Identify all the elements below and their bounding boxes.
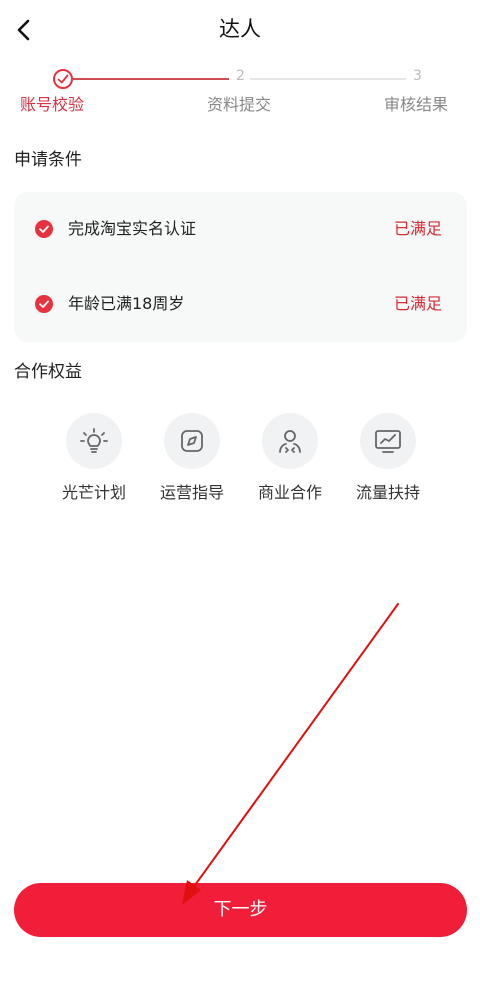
benefit-icon-1[interactable] (66, 413, 122, 469)
benefit-label: 运营指导 (159, 483, 224, 502)
benefits-title: 合作权益 (14, 362, 82, 382)
check-icon (39, 300, 49, 308)
condition-check-1 (35, 220, 53, 238)
benefit-label: 商业合作 (257, 483, 322, 502)
condition-check-2 (35, 295, 53, 313)
step-2-number: 2 (236, 68, 245, 84)
step-2-label: 资料提交 (207, 95, 272, 114)
condition-label: 年龄已满18周岁 (68, 294, 185, 313)
condition-status: 已满足 (394, 219, 443, 238)
next-step-button[interactable]: 下一步 (14, 883, 467, 937)
lightbulb-icon (80, 428, 108, 453)
benefit-icon-2[interactable] (164, 413, 220, 469)
benefit-icon-3[interactable] (262, 413, 318, 469)
step-3-number: 3 (413, 68, 422, 84)
check-icon (39, 225, 49, 233)
conditions-card (14, 192, 467, 342)
compass-icon (181, 430, 203, 452)
step-1-check (53, 69, 73, 89)
conditions-title: 申请条件 (14, 150, 82, 170)
benefit-label: 流量扶持 (355, 483, 420, 502)
benefit-icon-4[interactable] (360, 413, 416, 469)
step-3-label: 审核结果 (384, 95, 449, 114)
check-icon (57, 74, 69, 84)
step-1-label: 账号校验 (20, 95, 85, 114)
person-icon (279, 430, 301, 453)
condition-label: 完成淘宝实名认证 (68, 219, 197, 238)
benefit-label: 光芒计划 (61, 483, 126, 502)
step-line-2 (250, 78, 406, 80)
page-title: 达人 (219, 17, 261, 41)
chart-icon (375, 430, 401, 453)
condition-status: 已满足 (394, 294, 443, 313)
step-line-1 (73, 78, 229, 80)
